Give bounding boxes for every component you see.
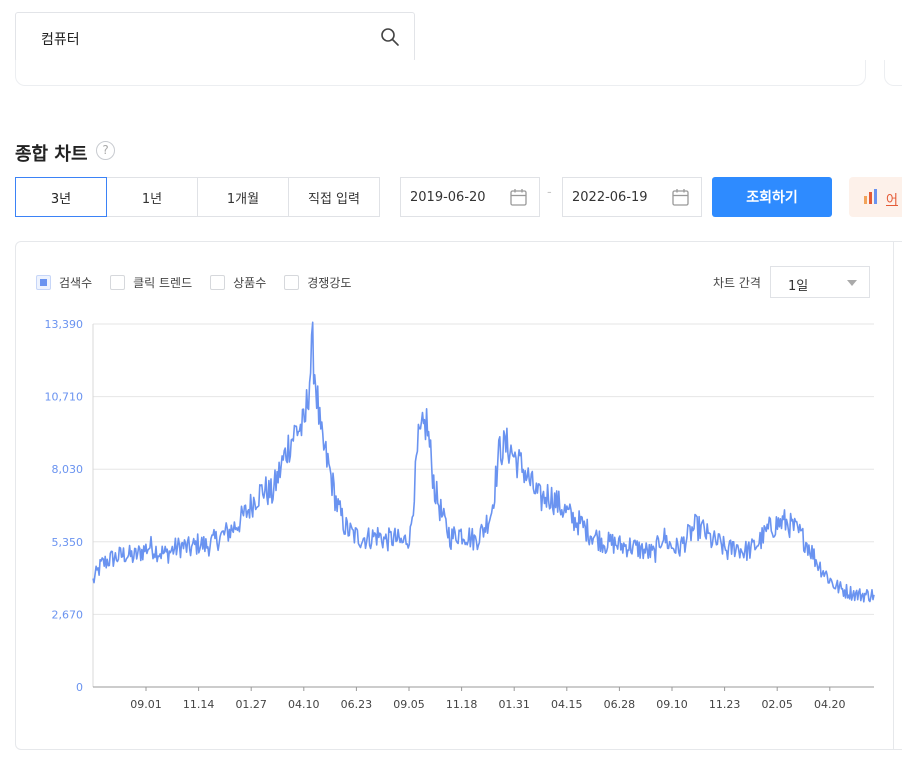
x-tick-label: 09.01 [130, 698, 162, 711]
x-tick-label: 01.27 [235, 698, 267, 711]
y-tick-label: 2,670 [52, 608, 84, 621]
x-tick-label: 09.05 [393, 698, 425, 711]
x-tick-label: 04.15 [551, 698, 583, 711]
x-tick-label: 04.20 [814, 698, 846, 711]
x-tick-label: 01.31 [498, 698, 530, 711]
x-tick-label: 09.10 [656, 698, 688, 711]
x-tick-label: 06.23 [341, 698, 373, 711]
line-chart: 0 2,670 5,350 8,030 10,710 13,390 09.01 11.14 01… [45, 318, 875, 711]
x-tick-label: 11.14 [183, 698, 215, 711]
y-tick-label: 0 [76, 681, 83, 694]
x-tick-label: 11.18 [446, 698, 478, 711]
y-tick-label: 10,710 [45, 391, 84, 404]
x-tick-label: 04.10 [288, 698, 320, 711]
y-tick-label: 5,350 [52, 536, 84, 549]
search-count-series-line [92, 321, 875, 603]
tab-3-years[interactable]: 3년 [15, 177, 107, 217]
x-tick-label: 06.28 [604, 698, 636, 711]
x-tick-label: 11.23 [709, 698, 741, 711]
y-tick-label: 8,030 [52, 463, 84, 476]
x-tick-label: 02.05 [761, 698, 793, 711]
y-tick-label: 13,390 [45, 318, 84, 331]
